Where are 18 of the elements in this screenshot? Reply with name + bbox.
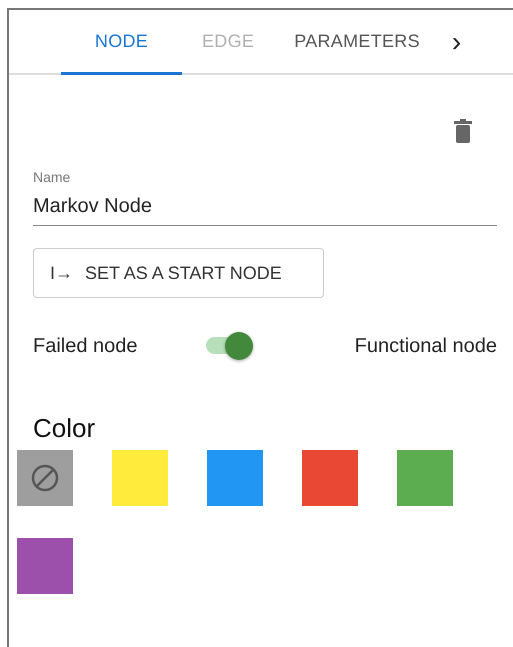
color-swatch[interactable] bbox=[207, 450, 263, 506]
delete-icon[interactable] bbox=[454, 119, 472, 143]
tab-scroll-button[interactable]: › bbox=[446, 10, 468, 73]
switch-on-label: Functional node bbox=[354, 334, 497, 358]
color-swatch[interactable] bbox=[397, 450, 453, 506]
color-swatch[interactable] bbox=[302, 450, 358, 506]
field-label: Name bbox=[33, 169, 72, 185]
name-field[interactable]: Name Markov Node bbox=[33, 169, 497, 226]
color-swatch[interactable] bbox=[112, 450, 168, 506]
tab[interactable]: NODE bbox=[61, 10, 182, 75]
set-start-node-button[interactable]: I→ SET AS A START NODE bbox=[33, 248, 324, 298]
tab[interactable]: PARAMETERS bbox=[274, 10, 440, 75]
no-color-swatch[interactable] bbox=[17, 450, 73, 506]
color-swatch[interactable] bbox=[17, 538, 73, 594]
field-value: Markov Node bbox=[33, 195, 153, 218]
section-title: Color bbox=[33, 413, 96, 444]
switch-off-label: Failed node bbox=[33, 334, 138, 358]
switch-thumb[interactable] bbox=[224, 332, 253, 360]
